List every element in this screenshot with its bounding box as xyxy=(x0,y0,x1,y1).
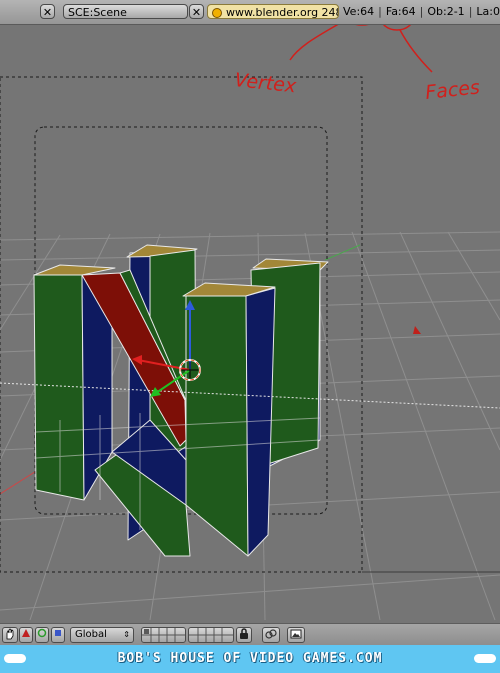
vertex-count: Ve:64 xyxy=(343,5,375,18)
scene-stats: Ve:64 | Fa:64 | Ob:2-1 | La:0 xyxy=(343,5,500,19)
close-scene-button[interactable]: ✕ xyxy=(40,4,55,19)
scene-selector[interactable]: SCE:Scene xyxy=(63,4,188,19)
ring-icon xyxy=(37,628,47,638)
n64-logo-mesh xyxy=(33,244,329,557)
face-count: Fa:64 xyxy=(385,5,416,18)
lamp-count: La:0 xyxy=(476,5,500,18)
blender-version-label: www.blender.org 248.1 xyxy=(226,6,338,19)
lock-icon xyxy=(240,628,248,639)
translate-manipulator-button[interactable] xyxy=(19,627,33,643)
footer-banner: BOB'S HOUSE OF VIDEO GAMES.COM xyxy=(0,645,500,673)
stats-separator: | xyxy=(468,5,473,18)
orientation-select[interactable]: Global ⇕ xyxy=(70,627,134,643)
hand-icon xyxy=(6,628,14,640)
delete-scene-button[interactable]: ✕ xyxy=(189,4,204,19)
blender-version-link[interactable]: www.blender.org 248.1 xyxy=(207,4,339,19)
select-arrow-icon: ⇕ xyxy=(123,630,130,639)
scale-manipulator-button[interactable] xyxy=(51,627,65,643)
lock-layers-button[interactable] xyxy=(236,627,252,643)
lamp-marker xyxy=(413,326,421,334)
rotate-manipulator-button[interactable] xyxy=(35,627,49,643)
faces-annotation: Faces xyxy=(424,76,481,104)
layer-grid-icon xyxy=(142,628,185,642)
vertex-annotation: Vertex xyxy=(233,69,297,97)
snap-button[interactable] xyxy=(262,627,280,643)
image-icon xyxy=(290,629,302,639)
layer-grid-icon xyxy=(189,628,233,642)
blender-logo-icon xyxy=(212,8,222,18)
banner-text: BOB'S HOUSE OF VIDEO GAMES.COM xyxy=(117,651,383,666)
object-count: Ob:2-1 xyxy=(427,5,465,18)
3d-viewport[interactable]: Vertex Faces xyxy=(0,25,500,623)
render-preview-button[interactable] xyxy=(287,627,305,643)
hand-tool-button[interactable] xyxy=(2,627,18,643)
annotation-marks xyxy=(289,25,433,73)
stats-separator: | xyxy=(378,5,382,18)
layer-buttons-group-2[interactable] xyxy=(188,627,234,643)
orientation-label: Global xyxy=(75,629,107,640)
viewport-canvas: Vertex Faces xyxy=(0,25,500,621)
square-icon xyxy=(55,630,61,636)
info-header: ✕ SCE:Scene ✕ www.blender.org 248.1 Ve:6… xyxy=(0,0,500,25)
triangle-icon xyxy=(22,629,30,637)
layer-buttons-group-1[interactable] xyxy=(141,627,186,643)
stats-separator: | xyxy=(419,5,424,18)
link-icon xyxy=(265,629,277,639)
viewport-header: Global ⇕ xyxy=(0,623,500,646)
